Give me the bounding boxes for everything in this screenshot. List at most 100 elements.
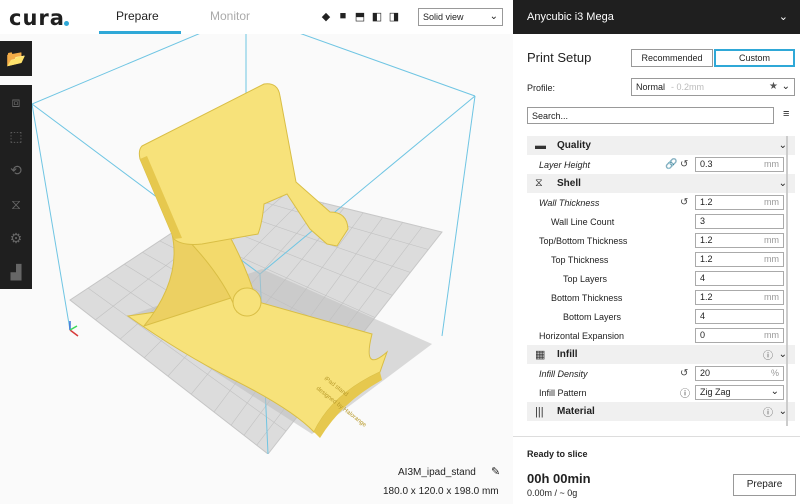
top-thickness-input[interactable]: 1.2 mm (695, 252, 784, 267)
infill-pattern-select[interactable]: Zig Zag ⌄ (695, 385, 784, 400)
view-mode-select[interactable]: Solid view ⌄ (418, 8, 503, 26)
shell-icon: ⧖ (535, 177, 543, 189)
horizontal-expansion-input[interactable]: 0 mm (695, 328, 784, 343)
chevron-down-icon: ⌄ (781, 81, 790, 92)
top-view-icon[interactable]: ⬒ (354, 10, 366, 23)
recommended-button[interactable]: Recommended (631, 49, 713, 67)
setting-infill-density: Infill Density ↺ 20% (527, 364, 795, 383)
setting-top-layers: Top Layers 4 (527, 269, 795, 288)
profile-label: Profile: (527, 83, 556, 93)
category-label: Material (557, 406, 595, 417)
setting-top-bottom-thickness: Top/Bottom Thickness 1.2 mm (527, 231, 795, 250)
custom-button[interactable]: Custom (714, 49, 795, 67)
input-value: 3 (700, 216, 706, 226)
reset-icon[interactable]: ↺ (680, 197, 688, 208)
top-bar: cura Prepare Monitor ◆ ■ ⬒ ◧ ◨ Solid vie… (0, 0, 513, 34)
build-volume-scene: iPad stand designed by Halorange (31, 13, 476, 455)
setting-label: Top Layers (563, 273, 608, 284)
3d-viewport[interactable]: iPad stand designed by Halorange (31, 13, 513, 455)
category-label: Quality (557, 140, 591, 151)
mirror-tool-button[interactable]: ⧖ (0, 187, 32, 221)
setting-wall-thickness: Wall Thickness ↺ 1.2 mm (527, 193, 795, 212)
y-axis-indicator (69, 325, 78, 331)
input-value: 20 (700, 368, 711, 378)
bottom-thickness-input[interactable]: 1.2 mm (695, 290, 784, 305)
category-quality[interactable]: ▬ Quality ⌄ (527, 136, 795, 155)
star-icon[interactable]: ★ (769, 81, 778, 92)
x-axis-indicator (69, 329, 79, 337)
3d-view-icon[interactable]: ◆ (320, 10, 332, 23)
chevron-down-icon: ⌄ (770, 386, 779, 397)
open-file-button[interactable]: 📂 (0, 41, 32, 76)
unit-label: mm (764, 159, 779, 169)
info-icon[interactable]: ⓘ (763, 404, 773, 419)
setting-label: Wall Line Count (551, 216, 615, 227)
profile-select[interactable]: Normal - 0.2mm ★ ⌄ (631, 78, 795, 96)
move-icon: ⧈ (11, 93, 21, 110)
per-model-settings-icon: ⚙ (9, 229, 23, 246)
bottom-layers-input[interactable]: 4 (695, 309, 784, 324)
top-layers-input[interactable]: 4 (695, 271, 784, 286)
input-value: 0.3 (700, 159, 713, 169)
unit-label: mm (764, 254, 779, 264)
right-view-icon[interactable]: ◨ (388, 10, 400, 23)
view-orientation-buttons: ◆ ■ ⬒ ◧ ◨ (320, 10, 400, 23)
prepare-slice-button[interactable]: Prepare (733, 474, 796, 496)
reset-icon[interactable]: ↺ (680, 159, 688, 170)
settings-menu-icon[interactable]: ≡ (783, 108, 789, 120)
unit-label: mm (764, 235, 779, 245)
tab-monitor[interactable]: Monitor (210, 9, 250, 23)
per-model-settings-button[interactable]: ⚙ (0, 221, 32, 255)
material-usage: 0.00m / ~ 0g (527, 488, 578, 498)
input-value: 1.2 (700, 197, 713, 207)
chevron-down-icon: ⌄ (489, 11, 498, 22)
profile-sub-value: - 0.2mm (671, 82, 705, 92)
tab-prepare[interactable]: Prepare (116, 9, 159, 23)
setting-label: Layer Height (539, 159, 591, 170)
support-blocker-button[interactable]: ▟ (0, 255, 32, 289)
category-infill[interactable]: ▦ Infill ⓘ ⌄ (527, 345, 795, 364)
setting-label: Top Thickness (551, 254, 609, 265)
scale-tool-button[interactable]: ⬚ (0, 119, 32, 153)
category-shell[interactable]: ⧖ Shell ⌄ (527, 174, 795, 193)
move-tool-button[interactable]: ⧈ (0, 85, 32, 119)
reset-icon[interactable]: ↺ (680, 368, 688, 379)
wall-line-count-input[interactable]: 3 (695, 214, 784, 229)
settings-scrollbar[interactable] (786, 136, 788, 426)
setting-bottom-thickness: Bottom Thickness 1.2 mm (527, 288, 795, 307)
slice-status: Ready to slice (527, 449, 588, 459)
setting-infill-pattern: Infill Pattern ⓘ Zig Zag ⌄ (527, 383, 795, 402)
wall-thickness-input[interactable]: 1.2 mm (695, 195, 784, 210)
setting-layer-height: Layer Height 🔗 ↺ 0.3 mm (527, 155, 795, 174)
input-value: 4 (700, 273, 706, 283)
printer-selector[interactable]: Anycubic i3 Mega ⌄ (513, 0, 800, 34)
setting-wall-line-count: Wall Line Count 3 (527, 212, 795, 231)
rotate-tool-button[interactable]: ⟲ (0, 153, 32, 187)
folder-icon: 📂 (6, 50, 26, 68)
support-blocker-icon: ▟ (10, 263, 22, 280)
edit-pencil-icon[interactable]: ✎ (491, 465, 500, 478)
category-label: Shell (557, 178, 581, 189)
object-dimensions: 180.0 x 120.0 x 198.0 mm (383, 486, 499, 497)
setting-label: Top/Bottom Thickness (539, 235, 628, 246)
left-view-icon[interactable]: ◧ (371, 10, 383, 23)
select-value: Zig Zag (700, 387, 731, 397)
setting-horizontal-expansion: Horizontal Expansion 0 mm (527, 326, 795, 345)
settings-search-input[interactable]: Search... (527, 107, 774, 124)
info-icon[interactable]: ⓘ (680, 385, 690, 400)
front-view-icon[interactable]: ■ (337, 10, 349, 23)
setting-label: Bottom Thickness (551, 292, 623, 303)
infill-icon: ▦ (535, 349, 546, 361)
info-icon[interactable]: ⓘ (763, 347, 773, 362)
link-icon[interactable]: 🔗 (665, 159, 677, 170)
top-bottom-thickness-input[interactable]: 1.2 mm (695, 233, 784, 248)
unit-label: % (770, 368, 779, 378)
category-material[interactable]: ||| Material ⓘ ⌄ (527, 402, 795, 421)
view-mode-value: Solid view (423, 12, 464, 22)
setting-label: Wall Thickness (539, 197, 600, 208)
profile-value: Normal (636, 82, 666, 92)
setting-bottom-layers: Bottom Layers 4 (527, 307, 795, 326)
mirror-icon: ⧖ (11, 195, 21, 212)
infill-density-input[interactable]: 20% (695, 366, 784, 381)
layer-height-input[interactable]: 0.3 mm (695, 157, 784, 172)
